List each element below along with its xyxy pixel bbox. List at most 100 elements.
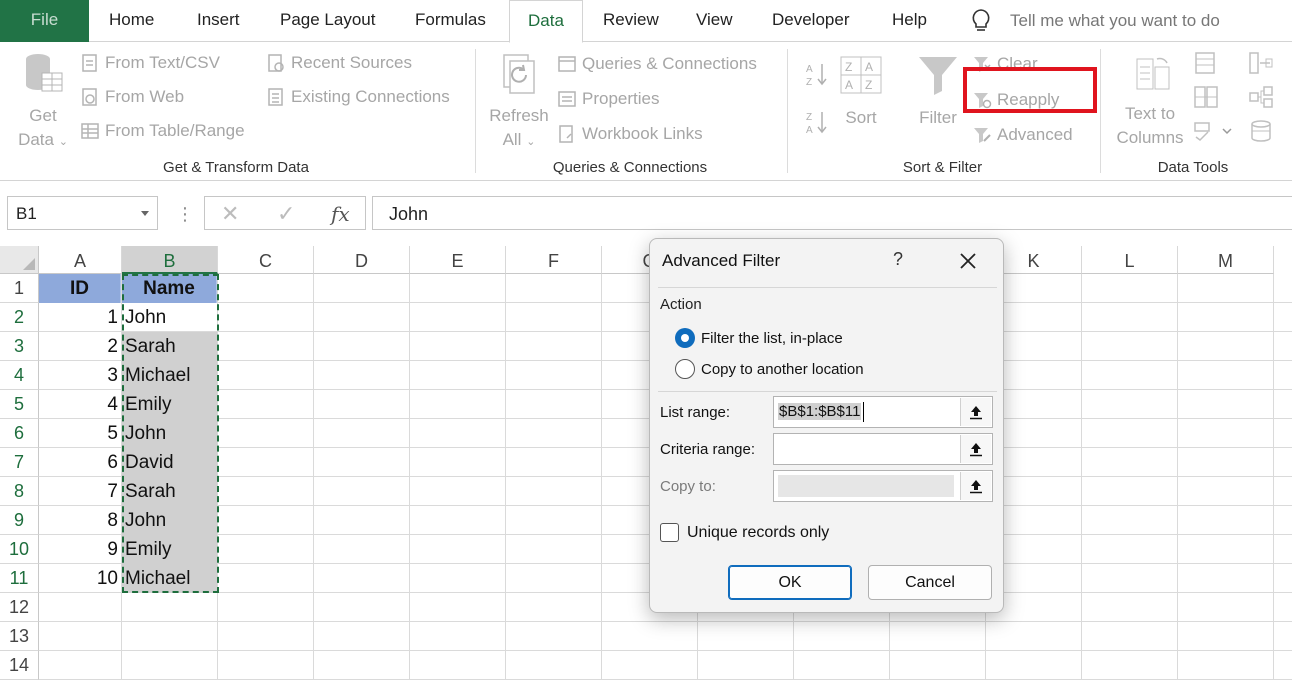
ribbon-tab-bar: File Home Insert Page Layout Formulas Da… [0, 0, 1292, 43]
row-header-14[interactable]: 14 [0, 651, 39, 680]
column-header-c[interactable]: C [218, 246, 314, 274]
recent-sources-button[interactable]: Recent Sources [266, 53, 412, 73]
sort-z-to-a-icon[interactable]: Z A [805, 109, 829, 135]
existing-connections-button[interactable]: Existing Connections [266, 87, 450, 107]
cell-a10[interactable]: 9 [39, 535, 121, 564]
tab-review[interactable]: Review [603, 0, 659, 42]
tell-me-search[interactable]: Tell me what you want to do [970, 7, 1220, 35]
group-label-sort-filter: Sort & Filter [902, 159, 983, 176]
row-header-13[interactable]: 13 [0, 622, 39, 651]
from-web-button[interactable]: From Web [80, 87, 184, 107]
get-data-label-2: Data ⌄ [18, 130, 68, 149]
radio-filter-in-place[interactable]: Filter the list, in-place [675, 328, 843, 348]
criteria-range-input[interactable] [774, 434, 958, 464]
help-icon[interactable]: ? [893, 249, 903, 270]
row-header-11[interactable]: 11 [0, 564, 39, 593]
data-validation-icon[interactable] [1193, 119, 1233, 143]
sort-a-to-z-icon[interactable]: A Z [805, 61, 829, 87]
criteria-range-field[interactable] [773, 433, 993, 465]
enter-entry-icon[interactable]: ✓ [277, 201, 295, 227]
row-header-5[interactable]: 5 [0, 390, 39, 419]
copy-marquee [122, 274, 219, 593]
tab-help[interactable]: Help [892, 0, 927, 42]
collapse-dialog-button[interactable] [960, 435, 991, 463]
row-header-1[interactable]: 1 [0, 274, 39, 303]
advanced-filter-button[interactable]: Advanced [972, 125, 1073, 145]
from-text-csv-button[interactable]: From Text/CSV [80, 53, 220, 73]
row-header-7[interactable]: 7 [0, 448, 39, 477]
relationships-icon[interactable] [1248, 85, 1274, 109]
insert-function-icon[interactable]: fx [331, 202, 350, 226]
radio-unselected-icon[interactable] [675, 359, 695, 379]
tab-page-layout[interactable]: Page Layout [280, 0, 375, 42]
cell-a6[interactable]: 5 [39, 419, 121, 448]
row-header-10[interactable]: 10 [0, 535, 39, 564]
name-box[interactable]: B1 [7, 196, 158, 230]
consolidate-icon[interactable] [1248, 51, 1274, 75]
tab-file[interactable]: File [0, 0, 89, 42]
list-range-field[interactable]: $B$1:$B$11 [773, 396, 993, 428]
cell-a7[interactable]: 6 [39, 448, 121, 477]
filter-button[interactable]: Filter [914, 53, 962, 130]
select-all-button[interactable] [0, 246, 39, 274]
cell-a11[interactable]: 10 [39, 564, 121, 593]
formula-bar-grip[interactable]: ⋮ [176, 204, 194, 225]
queries-connections-button[interactable]: Queries & Connections [557, 54, 757, 74]
refresh-all-button[interactable]: Refresh All ⌄ [488, 51, 550, 154]
group-label-get-transform: Get & Transform Data [163, 159, 309, 176]
tab-home[interactable]: Home [109, 0, 154, 42]
column-header-l[interactable]: L [1082, 246, 1178, 274]
flash-fill-icon[interactable] [1193, 51, 1219, 75]
cell-a2[interactable]: 1 [39, 303, 121, 332]
row-header-6[interactable]: 6 [0, 419, 39, 448]
cancel-button[interactable]: Cancel [868, 565, 992, 600]
cell-a1[interactable]: ID [39, 274, 121, 303]
row-header-4[interactable]: 4 [0, 361, 39, 390]
cell-a4[interactable]: 3 [39, 361, 121, 390]
sort-button[interactable]: Z A A Z Sort [836, 55, 886, 130]
tab-data[interactable]: Data [509, 0, 583, 43]
worksheet-grid[interactable]: ABCDEFGHIJKLM 1234567891011121314 IDName… [0, 246, 1292, 680]
radio-copy-to-location[interactable]: Copy to another location [675, 359, 864, 379]
cell-a9[interactable]: 8 [39, 506, 121, 535]
row-header-9[interactable]: 9 [0, 506, 39, 535]
remove-duplicates-icon[interactable] [1193, 85, 1219, 109]
tab-view[interactable]: View [696, 0, 733, 42]
column-header-f[interactable]: F [506, 246, 602, 274]
from-table-range-button[interactable]: From Table/Range [80, 121, 245, 141]
cancel-entry-icon[interactable]: ✕ [221, 201, 239, 227]
unique-records-checkbox-row[interactable]: Unique records only [660, 523, 829, 542]
column-header-d[interactable]: D [314, 246, 410, 274]
collapse-dialog-button[interactable] [960, 398, 991, 426]
ok-button[interactable]: OK [728, 565, 852, 600]
properties-button[interactable]: Properties [557, 89, 659, 109]
data-model-icon[interactable] [1248, 119, 1274, 143]
row-header-8[interactable]: 8 [0, 477, 39, 506]
cell-a5[interactable]: 4 [39, 390, 121, 419]
workbook-links-label: Workbook Links [582, 124, 703, 143]
tab-developer[interactable]: Developer [772, 0, 850, 42]
radio-selected-icon[interactable] [675, 328, 695, 348]
chevron-down-icon[interactable] [141, 211, 149, 216]
get-data-button[interactable]: Get Data ⌄ [14, 51, 72, 154]
row-header-2[interactable]: 2 [0, 303, 39, 332]
cell-a8[interactable]: 7 [39, 477, 121, 506]
unique-records-checkbox[interactable] [660, 523, 679, 542]
advanced-filter-icon [974, 128, 991, 143]
list-range-value: $B$1:$B$11 [778, 403, 862, 420]
formula-input[interactable]: John [372, 196, 1292, 230]
column-header-e[interactable]: E [410, 246, 506, 274]
tab-formulas[interactable]: Formulas [415, 0, 486, 42]
close-icon[interactable] [956, 249, 980, 273]
column-header-m[interactable]: M [1178, 246, 1274, 274]
row-header-12[interactable]: 12 [0, 593, 39, 622]
text-to-columns-button[interactable]: Text to Columns [1112, 55, 1188, 150]
tab-insert[interactable]: Insert [197, 0, 240, 42]
collapse-dialog-button[interactable] [960, 472, 991, 500]
row-header-3[interactable]: 3 [0, 332, 39, 361]
cell-a3[interactable]: 2 [39, 332, 121, 361]
workbook-links-icon [559, 125, 573, 143]
column-header-a[interactable]: A [39, 246, 122, 274]
column-header-b[interactable]: B [122, 246, 218, 274]
workbook-links-button[interactable]: Workbook Links [557, 124, 703, 144]
